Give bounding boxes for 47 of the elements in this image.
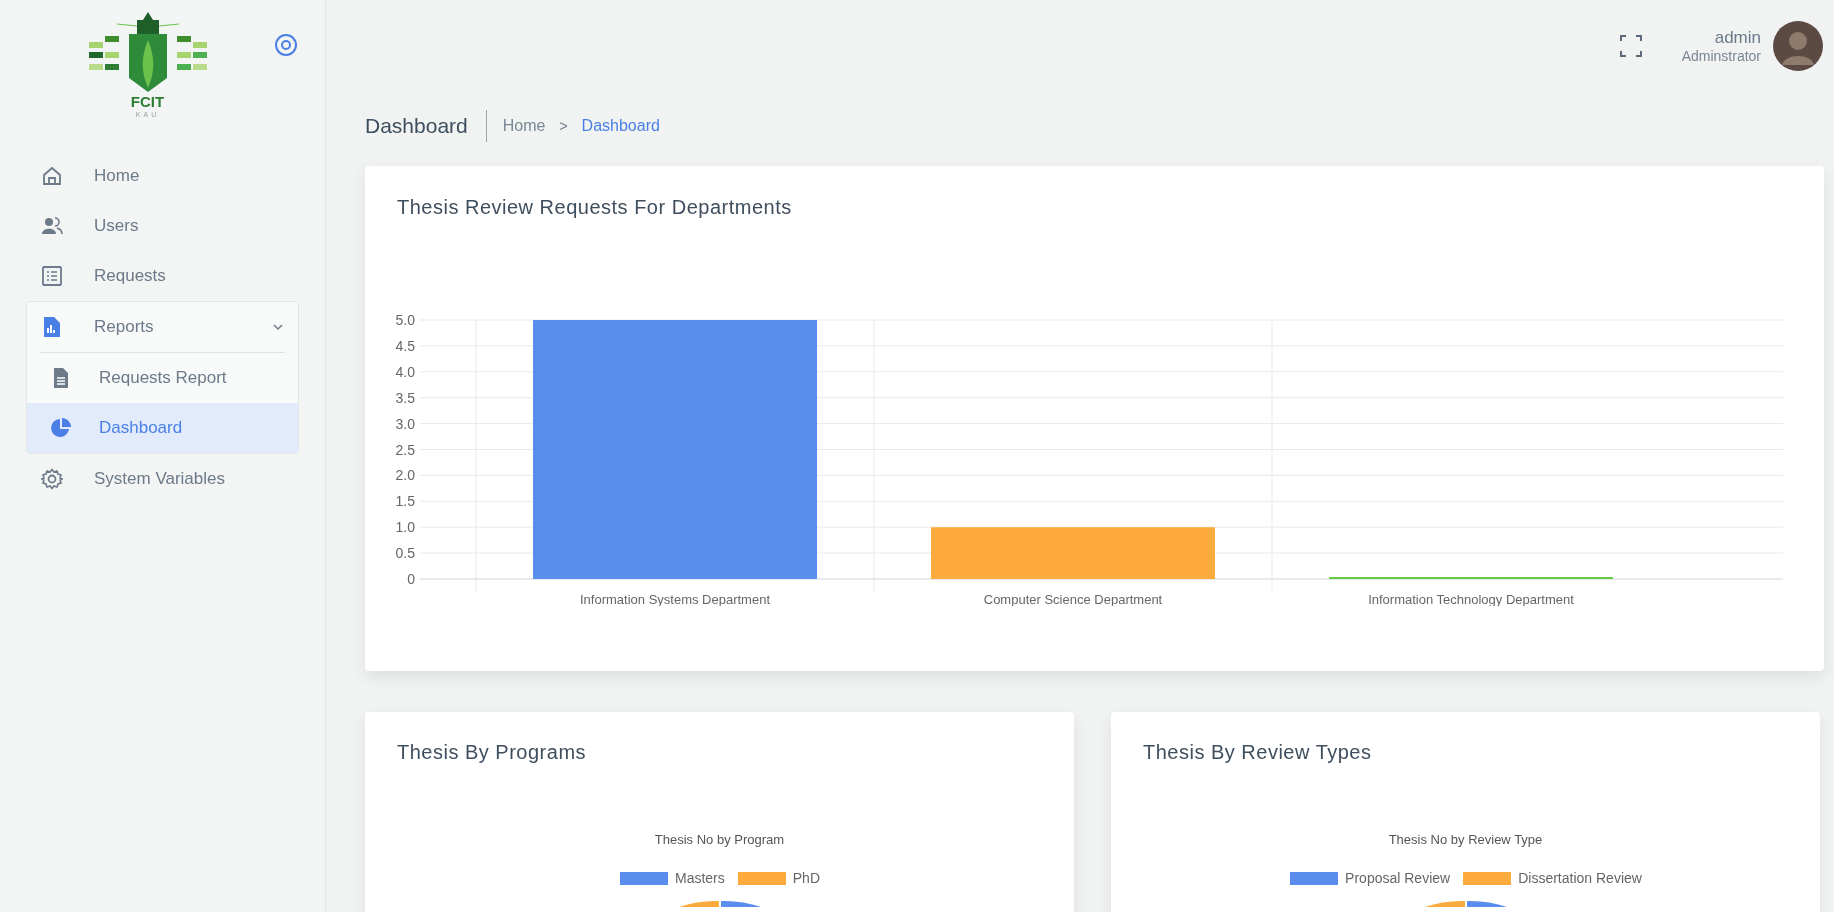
building-logo-icon [86,12,209,92]
current-page-label[interactable]: Dashboard [581,114,660,138]
legend-label: PhD [792,868,820,888]
pie-chart-icon [50,417,72,439]
y-tick-label: 2.0 [395,467,415,484]
breadcrumb-separator: > [559,116,568,136]
y-tick-label: 0 [407,571,415,587]
y-tick-label: 5.0 [395,312,415,328]
fullscreen-icon[interactable] [1619,35,1642,57]
card-title: Thesis Review Requests For Departments [396,195,793,220]
logo-text: FCIT [130,94,165,109]
sidebar-item[interactable]: System Variables [27,454,298,504]
y-tick-label: 0.5 [395,545,415,562]
y-tick-label: 4.5 [395,337,415,354]
settings-icon [41,468,63,490]
legend-label: Proposal Review [1345,868,1451,888]
x-axis-label: Information Systems Department [580,592,770,606]
report-chart-icon [41,316,63,338]
y-tick-label: 1.0 [395,519,415,536]
submenu-item[interactable]: Requests Report [27,353,298,403]
card-title: Thesis By Review Types [1142,740,1373,765]
chart-title: Thesis No by Review Type [1388,831,1543,849]
user-name: admin [1714,26,1761,48]
avatar-icon[interactable] [1773,21,1823,71]
y-tick-label: 3.0 [395,415,415,432]
x-axis-label: Computer Science Department [983,592,1163,606]
y-tick-label: 4.0 [395,363,415,380]
submenu-item[interactable]: Dashboard [27,403,298,453]
sidebar-item[interactable]: Home [27,151,298,201]
user-role: Adminstrator [1681,47,1761,66]
y-tick-label: 2.5 [395,441,415,458]
target-icon[interactable] [274,33,298,57]
legend-label: Masters [675,868,725,888]
list-icon [41,265,63,287]
legend-label: Dissertation Review [1518,868,1642,888]
y-tick-label: 3.5 [395,389,415,406]
sidebar-item[interactable]: Users [27,201,298,251]
page-title: Dashboard [365,110,487,142]
breadcrumb-link[interactable]: Home [502,114,546,138]
home-icon [41,165,63,187]
x-axis-label: Information Technology Department [1368,592,1574,606]
card-title: Thesis By Programs [396,740,588,765]
y-tick-label: 1.5 [395,493,415,510]
users-icon [41,215,63,237]
sidebar-item[interactable]: Reports [27,302,298,352]
sidebar-item[interactable]: Requests [27,251,298,301]
chart-title: Thesis No by Program [654,831,785,849]
